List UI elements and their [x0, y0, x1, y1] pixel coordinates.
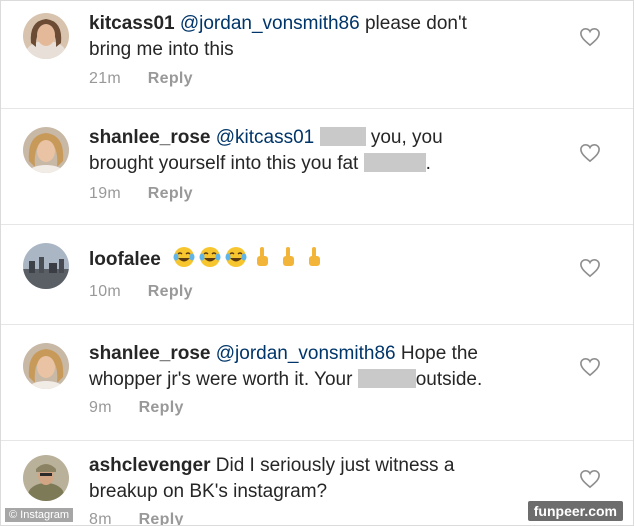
comment-item: shanlee_rose @kitcass01 you, you brought…: [1, 109, 633, 225]
avatar[interactable]: [23, 13, 69, 59]
comment-username[interactable]: loofalee: [89, 249, 161, 270]
comment-text-after-censor: you, you: [370, 127, 443, 148]
comment-username[interactable]: ashclevenger: [89, 455, 210, 476]
comment-time: 21m: [89, 70, 122, 87]
censor-block: [319, 127, 366, 146]
emoji-group: [172, 245, 326, 269]
avatar-image: [23, 13, 69, 59]
like-heart-icon[interactable]: [579, 27, 601, 47]
comment-username[interactable]: shanlee_rose: [89, 343, 210, 364]
comment-text-line2: brought yourself into this you fat: [89, 153, 359, 174]
censor-block: [363, 153, 426, 172]
comment-time: 19m: [89, 185, 122, 202]
comment-item: kitcass01 @jordan_vonsmith86 please don'…: [1, 1, 633, 109]
reply-button[interactable]: Reply: [139, 399, 184, 416]
backhand-index-pointing-up-icon: [309, 247, 321, 266]
comment-mention[interactable]: @jordan_vonsmith86: [180, 13, 360, 34]
avatar[interactable]: [23, 243, 69, 289]
comment-time: 10m: [89, 283, 122, 300]
comment-item: shanlee_rose @jordan_vonsmith86 Hope the…: [1, 325, 633, 441]
comment-username[interactable]: kitcass01: [89, 13, 175, 34]
like-heart-icon[interactable]: [579, 258, 601, 278]
face-with-tears-of-joy-icon: [173, 247, 195, 267]
reply-button[interactable]: Reply: [148, 283, 193, 300]
comment-text-end: .: [425, 153, 431, 174]
face-with-tears-of-joy-icon: [199, 247, 221, 267]
avatar-image: [23, 455, 69, 501]
comment-meta: 8m Reply: [89, 511, 184, 526]
comment-text: shanlee_rose @jordan_vonsmith86 Hope the…: [89, 341, 563, 393]
like-heart-icon[interactable]: [579, 357, 601, 377]
comment-meta: 10m Reply: [89, 283, 193, 301]
avatar[interactable]: [23, 455, 69, 501]
like-heart-icon[interactable]: [579, 143, 601, 163]
comment-text-after-censor: outside.: [415, 369, 483, 390]
comment-text: kitcass01 @jordan_vonsmith86 please don'…: [89, 11, 563, 63]
avatar-image: [23, 127, 69, 173]
like-heart-icon[interactable]: [579, 469, 601, 489]
reply-button[interactable]: Reply: [139, 511, 184, 525]
avatar-image: [23, 343, 69, 389]
comment-text-line2: whopper jr's were worth it. Your: [89, 369, 353, 390]
comment-text: loofalee: [89, 245, 563, 273]
comment-meta: 21m Reply: [89, 70, 193, 88]
comment-meta: 19m Reply: [89, 185, 193, 203]
backhand-index-pointing-up-icon: [257, 247, 269, 266]
comments-panel: kitcass01 @jordan_vonsmith86 please don'…: [0, 0, 634, 526]
comment-text-line1: please don't: [364, 13, 467, 34]
comment-username[interactable]: shanlee_rose: [89, 127, 210, 148]
comment-meta: 9m Reply: [89, 399, 184, 417]
avatar[interactable]: [23, 127, 69, 173]
comment-text-line1: Did I seriously just witness a: [215, 455, 455, 476]
comment-text-line1: Hope the: [400, 343, 478, 364]
comment-text: shanlee_rose @kitcass01 you, you brought…: [89, 125, 563, 177]
reply-button[interactable]: Reply: [148, 185, 193, 202]
comment-text: ashclevenger Did I seriously just witnes…: [89, 453, 563, 505]
comment-time: 9m: [89, 399, 112, 416]
site-watermark: funpeer.com: [527, 501, 623, 521]
comment-item: loofalee 10m Reply: [1, 225, 633, 325]
comment-text-line2: breakup on BK's instagram?: [89, 481, 328, 502]
avatar-image: [23, 243, 69, 289]
censor-block: [357, 369, 416, 388]
backhand-index-pointing-up-icon: [283, 247, 295, 266]
face-with-tears-of-joy-icon: [225, 247, 247, 267]
comment-text-line2: bring me into this: [89, 39, 234, 60]
comment-mention[interactable]: @kitcass01: [216, 127, 315, 148]
reply-button[interactable]: Reply: [148, 70, 193, 87]
comment-time: 8m: [89, 511, 112, 526]
comment-mention[interactable]: @jordan_vonsmith86: [216, 343, 396, 364]
avatar[interactable]: [23, 343, 69, 389]
instagram-credit-watermark: © Instagram: [5, 508, 74, 522]
